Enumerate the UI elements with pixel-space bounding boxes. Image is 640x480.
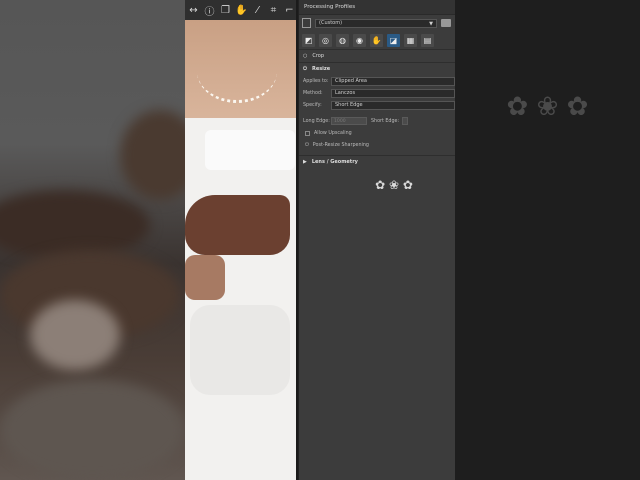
crop-icon[interactable]: ⌗ <box>267 4 280 17</box>
profile-select[interactable]: (Custom) ▼ <box>315 18 437 28</box>
power-icon[interactable]: ⏻ <box>303 66 307 72</box>
power-icon[interactable]: ○ <box>303 53 307 59</box>
hand-icon[interactable]: ✋ <box>235 4 248 17</box>
long-edge-input[interactable]: 1000 <box>331 117 367 125</box>
section-lens-geometry[interactable]: ▶ Lens / Geometry <box>299 155 455 168</box>
tab-meta-icon[interactable]: ▤ <box>421 33 434 47</box>
arrow-icon[interactable]: ↔ <box>187 4 200 17</box>
tool-tabs: ◩ ◎ ◍ ◉ ✋ ◪ ▦ ▤ <box>299 31 455 49</box>
folder-icon[interactable] <box>441 19 451 27</box>
short-edge-input[interactable] <box>402 117 409 125</box>
panel-title: Processing Profiles <box>299 0 455 15</box>
allow-upscaling-row[interactable]: Allow Upscaling <box>299 127 455 139</box>
post-resize-row[interactable]: ⏻ Post-Resize Sharpening <box>299 139 455 151</box>
chevron-down-icon: ▼ <box>429 20 433 27</box>
applies-to-select[interactable]: Clipped Area <box>331 76 455 86</box>
tab-local-icon[interactable]: ✋ <box>370 33 383 47</box>
background-right-dark: ✿ ❀ ✿ <box>455 0 640 480</box>
pen-icon[interactable]: ⌐ <box>283 4 296 17</box>
flower-ornament-icon: ✿ ❀ ✿ <box>375 178 413 192</box>
power-icon[interactable]: ⏻ <box>305 142 309 148</box>
viewer-toolbar: ↔ ⓘ ❐ ✋ ⁄ ⌗ ⌐ <box>185 0 296 20</box>
specify-row: Specify: Short Edge <box>299 99 455 111</box>
applies-to-row: Applies to: Clipped Area <box>299 75 455 87</box>
chevron-right-icon[interactable]: ▶ <box>303 159 307 165</box>
list-icon[interactable] <box>302 18 311 28</box>
allow-upscaling-checkbox[interactable] <box>305 130 310 136</box>
profile-row: (Custom) ▼ <box>299 15 455 31</box>
tab-color-icon[interactable]: ◍ <box>336 33 349 47</box>
copy-icon[interactable]: ❐ <box>219 4 232 17</box>
section-resize[interactable]: ⏻ Resize <box>299 62 455 75</box>
background-photo-blurred-left <box>0 0 185 480</box>
tab-detail-icon[interactable]: ◎ <box>319 33 332 47</box>
method-row: Method: Lanczos <box>299 87 455 99</box>
specify-select[interactable]: Short Edge <box>331 100 455 110</box>
tab-advanced-color-icon[interactable]: ◉ <box>353 33 366 47</box>
edge-row: Long Edge: 1000 Short Edge: <box>299 115 455 127</box>
tab-exposure-icon[interactable]: ◩ <box>302 33 315 47</box>
section-crop[interactable]: ○ Crop <box>299 49 455 62</box>
tab-transform-icon[interactable]: ◪ <box>387 33 400 47</box>
method-select[interactable]: Lanczos <box>331 88 455 98</box>
processing-panel: Processing Profiles (Custom) ▼ ◩ ◎ ◍ ◉ ✋… <box>298 0 455 480</box>
tab-raw-icon[interactable]: ▦ <box>404 33 417 47</box>
image-preview[interactable] <box>185 0 296 480</box>
flower-ornament-icon: ✿ ❀ ✿ <box>506 92 589 122</box>
picker-icon[interactable]: ⁄ <box>251 4 264 17</box>
info-icon[interactable]: ⓘ <box>203 4 216 18</box>
